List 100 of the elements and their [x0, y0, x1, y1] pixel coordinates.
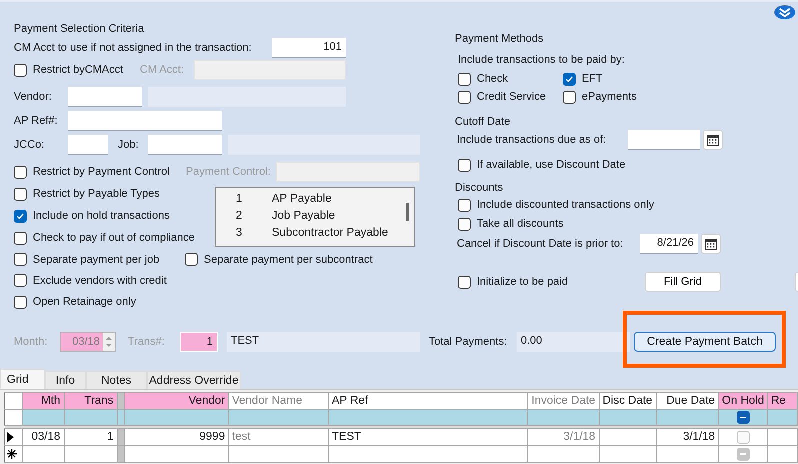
table-cell: 3/1/18: [527, 428, 600, 446]
total-field: 0.00: [517, 332, 630, 352]
calendar-button[interactable]: [701, 234, 721, 254]
due-date-field[interactable]: [628, 130, 700, 150]
section-title: Payment Selection Criteria: [14, 23, 144, 35]
check-icon: [565, 74, 574, 84]
checkbox[interactable]: [14, 296, 27, 308]
checkbox[interactable]: [736, 411, 750, 424]
checkbox[interactable]: [458, 276, 471, 288]
tab[interactable]: Address Override: [147, 371, 241, 389]
table-cell: 03/18: [22, 428, 64, 446]
trans-field[interactable]: 1: [180, 332, 218, 352]
expand-icon[interactable]: [774, 5, 796, 20]
check-icon: [16, 212, 25, 220]
table-cell: test: [228, 428, 329, 446]
column-header[interactable]: AP Ref: [328, 392, 528, 410]
section-title: Payment Methods: [455, 33, 544, 45]
jcco-field[interactable]: [68, 135, 108, 155]
calendar-icon: [707, 134, 719, 146]
checkbox-label: If available, use Discount Date: [477, 159, 626, 171]
calendar-icon: [705, 238, 717, 250]
checkbox[interactable]: [14, 188, 27, 200]
field-label: Trans#:: [128, 336, 166, 348]
checkbox-label: Exclude vendors with credit: [33, 274, 167, 286]
create-payment-batch-button[interactable]: Create Payment Batch: [634, 332, 776, 352]
column-header[interactable]: Mth: [22, 392, 64, 410]
item-name[interactable]: Subcontractor Payable: [272, 226, 388, 238]
checkbox-label: ePayments: [582, 91, 638, 103]
table-cell: 1: [64, 428, 118, 446]
checkbox[interactable]: [185, 253, 198, 266]
item-code[interactable]: 1: [236, 192, 272, 204]
cm-acct-field[interactable]: 101: [272, 38, 346, 58]
table-cell: 9999: [124, 428, 229, 446]
ap-ref-field[interactable]: [68, 111, 222, 131]
checkbox[interactable]: [14, 232, 27, 244]
scrollbar-thumb[interactable]: [406, 203, 409, 221]
field-label: JCCo:: [14, 139, 46, 151]
payable-types-list[interactable]: 1 AP Payable 2 Job Payable 3 Subcontractor Payable: [215, 187, 415, 247]
field-label: CM Acct to use if not assigned in the transaction:: [14, 42, 253, 54]
column-header[interactable]: Invoice Date: [527, 392, 600, 410]
fill-grid-button[interactable]: Fill Grid: [645, 272, 721, 292]
checkbox-label: Check to pay if out of compliance: [33, 232, 196, 244]
table-cell: 3/1/18: [656, 428, 719, 446]
field-label: Job:: [118, 139, 140, 151]
vendor-field[interactable]: [68, 87, 142, 107]
tab[interactable]: Info: [45, 371, 86, 389]
section-title: Discounts: [455, 182, 504, 194]
tab[interactable]: Grid: [0, 369, 45, 389]
table-cell: TEST: [328, 428, 528, 446]
checkbox[interactable]: [458, 72, 471, 86]
checkbox[interactable]: [14, 64, 27, 76]
field-label: Include transactions due as of:: [457, 134, 608, 146]
checkbox-label: Open Retainage only: [33, 296, 136, 308]
column-header[interactable]: On Hold: [718, 392, 768, 410]
field-label: Total Payments:: [429, 336, 508, 348]
column-header[interactable]: Vendor: [124, 392, 229, 410]
checkbox[interactable]: [14, 166, 27, 178]
field-label: Vendor:: [14, 91, 53, 103]
description-field: TEST: [227, 332, 420, 352]
checkbox[interactable]: [14, 274, 27, 287]
checkbox-label: Separate payment per subcontract: [204, 254, 373, 266]
checkbox-label: Restrict byCMAcct: [33, 64, 124, 76]
column-header[interactable]: Vendor Name: [228, 392, 329, 410]
field-label: CM Acct:: [140, 64, 186, 76]
item-name[interactable]: AP Payable: [272, 192, 332, 204]
checkbox[interactable]: [563, 72, 576, 86]
job-field[interactable]: [148, 135, 222, 155]
checkbox-label: Credit Service: [477, 91, 546, 103]
checkbox-label: Include on hold transactions: [33, 210, 170, 222]
checkbox-label: Restrict by Payment Control: [33, 166, 170, 178]
checkbox-label: Take all discounts: [477, 218, 564, 230]
checkbox-label: Check: [477, 73, 508, 85]
checkbox-label: EFT: [582, 73, 603, 85]
cancel-date-field[interactable]: 8/21/26: [640, 234, 698, 254]
checkbox[interactable]: [458, 218, 471, 230]
tab[interactable]: Notes: [86, 371, 147, 389]
field-label: Payment Control:: [186, 166, 272, 178]
checkbox[interactable]: [458, 198, 471, 212]
column-header[interactable]: Trans: [64, 392, 118, 410]
checkbox[interactable]: [563, 90, 576, 104]
new-row-icon: [7, 449, 17, 459]
item-code[interactable]: 2: [236, 210, 272, 222]
checkbox-label: Initialize to be paid: [477, 276, 568, 288]
item-name[interactable]: Job Payable: [272, 210, 336, 222]
checkbox[interactable]: [458, 90, 471, 104]
calendar-button[interactable]: [703, 130, 723, 150]
field-label: Cancel if Discount Date is prior to:: [457, 238, 624, 250]
item-code[interactable]: 3: [236, 226, 272, 238]
section-title: Cutoff Date: [455, 116, 510, 128]
field-label: Month:: [14, 336, 49, 348]
checkbox[interactable]: [458, 158, 471, 172]
checkbox-label: Restrict by Payable Types: [33, 188, 160, 200]
checkbox-label: Include discounted transactions only: [477, 199, 654, 211]
checkbox[interactable]: [14, 253, 27, 266]
column-header[interactable]: Re: [768, 392, 798, 410]
current-row-icon: [7, 432, 14, 442]
prompt-text: Include transactions to be paid by:: [458, 54, 625, 66]
checkbox-label: Separate payment per job: [33, 254, 160, 266]
field-label: AP Ref#:: [14, 115, 59, 127]
checkbox[interactable]: [14, 210, 27, 222]
